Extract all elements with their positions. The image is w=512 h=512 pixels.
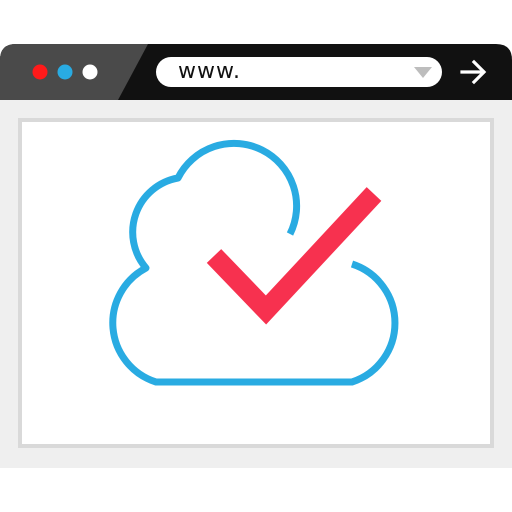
minimize-dot[interactable] <box>57 64 73 80</box>
close-dot[interactable] <box>32 64 48 80</box>
content-frame <box>18 118 494 448</box>
url-text: www. <box>178 59 241 84</box>
browser-window: www. <box>0 0 512 512</box>
maximize-dot[interactable] <box>82 64 98 80</box>
